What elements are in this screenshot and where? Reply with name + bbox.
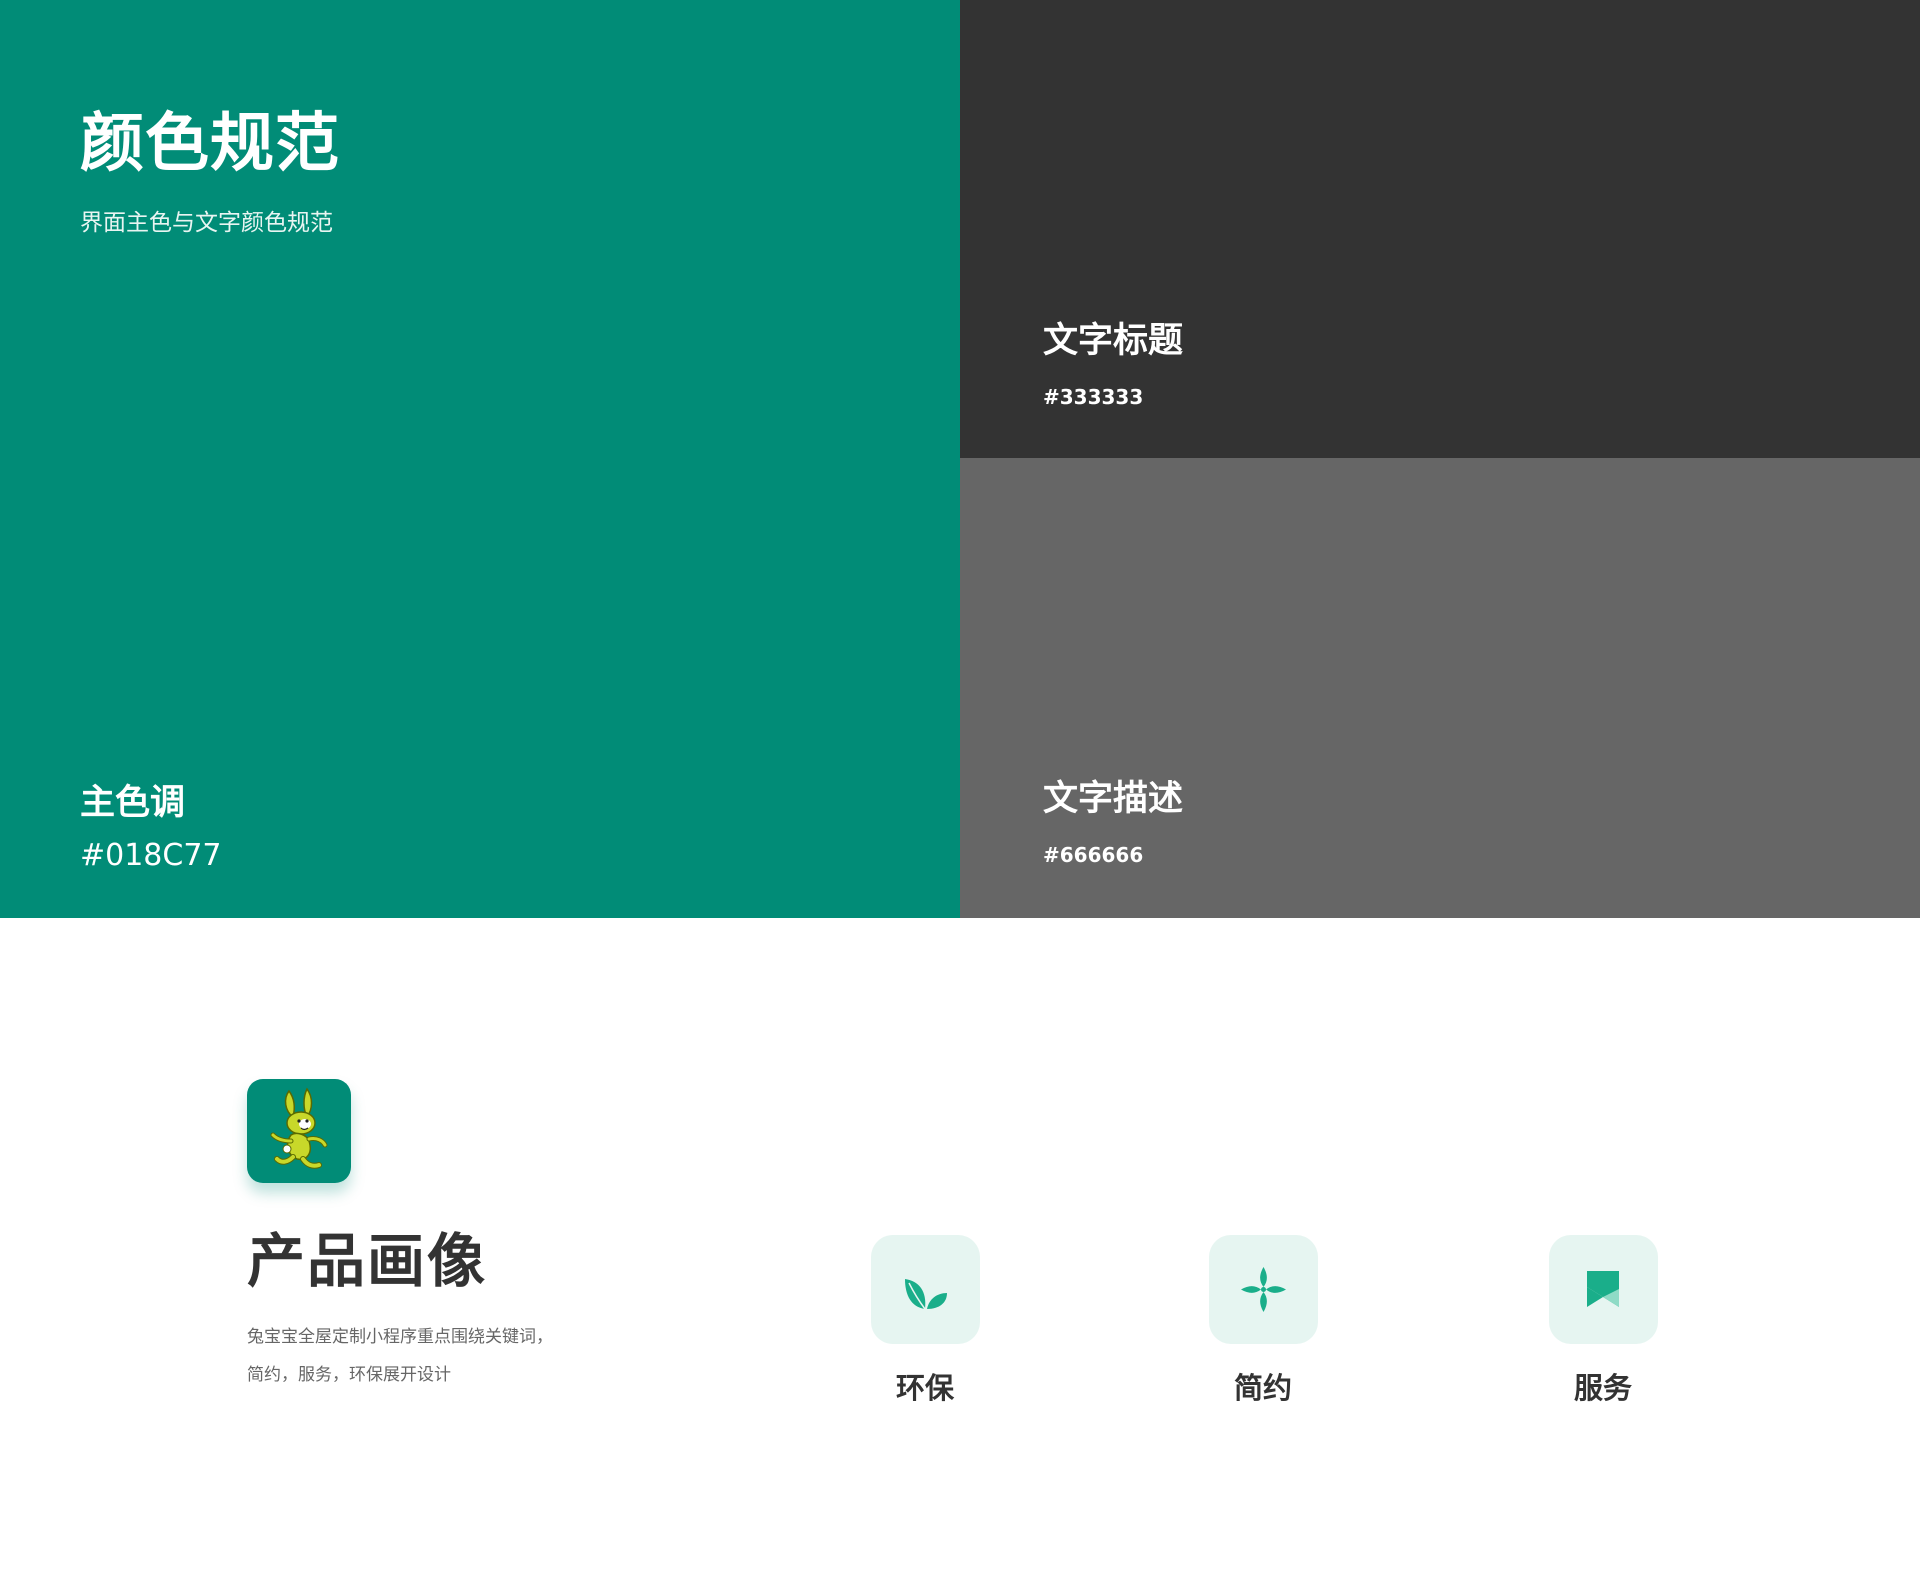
feature-simple-icon-box bbox=[1209, 1235, 1318, 1344]
heading-text-color-name: 文字标题 bbox=[1043, 321, 1184, 361]
feature-service-label: 服务 bbox=[1573, 1371, 1632, 1405]
feature-eco: 环保 bbox=[850, 1235, 1000, 1425]
primary-color-panel: 颜色规范 界面主色与文字颜色规范 主色调 #018C77 bbox=[0, 0, 960, 918]
heading-text-color-hex: #333333 bbox=[1043, 385, 1144, 409]
feature-service-icon-box bbox=[1549, 1235, 1658, 1344]
bookmark-flag-icon bbox=[1587, 1271, 1619, 1307]
primary-color-name: 主色调 bbox=[80, 783, 186, 823]
product-description: 兔宝宝全屋定制小程序重点围绕关键词， 简约，服务，环保展开设计 bbox=[247, 1318, 667, 1394]
feature-eco-icon-box bbox=[871, 1235, 980, 1344]
product-description-line: 简约，服务，环保展开设计 bbox=[247, 1365, 451, 1385]
heading-text-color-panel: 文字标题 #333333 bbox=[960, 0, 1920, 458]
product-description-line: 兔宝宝全屋定制小程序重点围绕关键词， bbox=[247, 1327, 553, 1347]
description-text-color-panel: 文字描述 #666666 bbox=[960, 458, 1920, 918]
feature-simple: 简约 bbox=[1188, 1235, 1338, 1425]
feature-simple-label: 简约 bbox=[1233, 1371, 1292, 1405]
feature-eco-label: 环保 bbox=[895, 1371, 954, 1405]
product-portrait-section: 产品画像 兔宝宝全屋定制小程序重点围绕关键词， 简约，服务，环保展开设计 环保 … bbox=[0, 918, 1920, 1587]
leaf-icon bbox=[905, 1279, 947, 1310]
product-title: 产品画像 bbox=[247, 1227, 488, 1295]
page-title: 颜色规范 bbox=[80, 107, 340, 181]
description-text-color-hex: #666666 bbox=[1043, 843, 1144, 867]
rabbit-mascot-icon bbox=[247, 1079, 351, 1183]
primary-color-hex: #018C77 bbox=[80, 838, 222, 873]
color-spec-section: 颜色规范 界面主色与文字颜色规范 主色调 #018C77 文字标题 #33333… bbox=[0, 0, 1920, 918]
description-text-color-name: 文字描述 bbox=[1043, 779, 1184, 819]
feature-service: 服务 bbox=[1528, 1235, 1678, 1425]
four-petal-icon bbox=[1241, 1267, 1286, 1312]
page-subtitle: 界面主色与文字颜色规范 bbox=[80, 210, 333, 236]
